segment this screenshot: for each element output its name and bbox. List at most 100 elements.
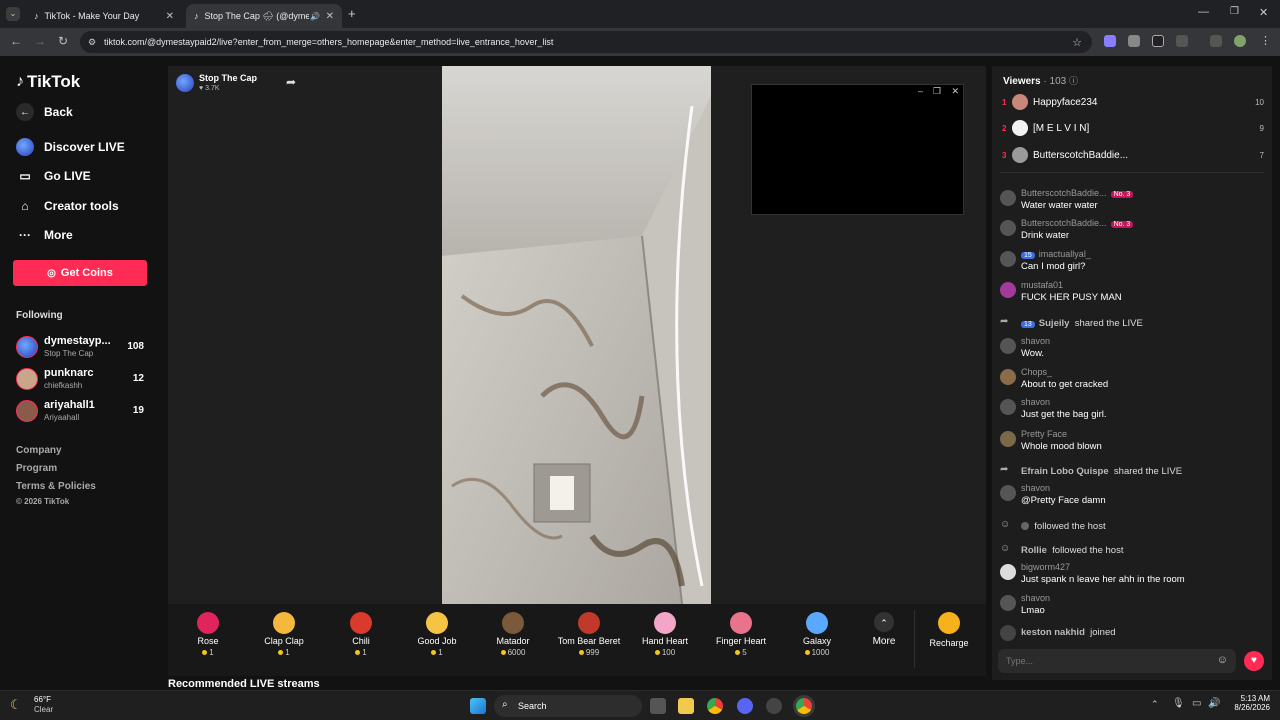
mini-player[interactable]: – ❐ ✕ bbox=[751, 84, 964, 215]
puzzle-icon[interactable] bbox=[1176, 35, 1188, 47]
top-viewer[interactable]: 1 Happyface234 10 bbox=[1002, 93, 1264, 113]
gift-clap-clap[interactable]: Clap Clap 1 bbox=[249, 612, 319, 657]
popout-player-icon[interactable]: ❐ bbox=[933, 86, 941, 97]
taskbar-search[interactable]: ⌕ Search bbox=[494, 695, 642, 717]
finger-heart-gift-icon bbox=[730, 612, 752, 634]
chat-input-box[interactable]: ☺ bbox=[998, 649, 1236, 673]
username-text[interactable]: Sujeily bbox=[1039, 318, 1070, 329]
chat-input[interactable] bbox=[1006, 653, 1206, 669]
footer-company[interactable]: Company bbox=[16, 445, 62, 456]
chrome-icon[interactable] bbox=[796, 698, 812, 714]
nav-go-live[interactable]: ▭ Go LIVE bbox=[16, 167, 90, 185]
site-info-icon[interactable]: ⚙ bbox=[88, 37, 96, 48]
back-button[interactable]: ← Back bbox=[16, 103, 73, 121]
chat-username[interactable]: Chops_ bbox=[1021, 367, 1052, 377]
system-message: keston nakhid joined bbox=[1000, 623, 1264, 643]
chat-username[interactable]: ButterscotchBaddie... No. 3 bbox=[1021, 218, 1134, 228]
gift-matador[interactable]: Matador 6000 bbox=[478, 612, 548, 657]
following-item[interactable]: ariyahall1 Ariyaahall 19 bbox=[16, 399, 146, 426]
maximize-icon[interactable]: ❐ bbox=[1230, 6, 1239, 17]
get-coins-button[interactable]: ◎ Get Coins bbox=[13, 260, 147, 286]
discord-icon[interactable] bbox=[737, 698, 753, 714]
top-viewer[interactable]: 2 [M E L V I N] 9 bbox=[1002, 119, 1264, 139]
gift-name: Matador bbox=[496, 636, 530, 646]
back-arrow-icon[interactable]: ← bbox=[10, 34, 22, 48]
profile-avatar[interactable] bbox=[1234, 35, 1246, 47]
tab-search-icon[interactable]: ⌄ bbox=[6, 7, 20, 21]
close-tab-icon[interactable]: ✕ bbox=[166, 11, 174, 22]
browser-tab-active[interactable]: ♪ Stop The Cap 🌧 (@dymes... 🔊 ✕ bbox=[186, 4, 342, 28]
chat-username[interactable]: shavon bbox=[1021, 593, 1050, 603]
gift-tom-bear-beret[interactable]: Tom Bear Beret 999 bbox=[554, 612, 624, 657]
gift-hand-heart[interactable]: Hand Heart 100 bbox=[630, 612, 700, 657]
browser-tab[interactable]: ♪ TikTok - Make Your Day ✕ bbox=[26, 4, 182, 28]
clock[interactable]: 5:13 AM 8/26/2026 bbox=[1226, 694, 1270, 712]
gift-rose[interactable]: Rose 1 bbox=[173, 612, 243, 657]
thumbs-up-gift-icon bbox=[426, 612, 448, 634]
share-icon[interactable]: ➦ bbox=[286, 75, 296, 89]
task-view-icon[interactable] bbox=[650, 698, 666, 714]
gift-good-job[interactable]: Good Job 1 bbox=[402, 612, 472, 657]
avatar bbox=[1000, 399, 1016, 415]
following-item[interactable]: dymestayp... Stop The Cap 108 bbox=[16, 335, 146, 362]
viewers-header[interactable]: Viewers · 103 ⓘ bbox=[1003, 74, 1078, 87]
tiktok-page: ♪ TikTok ← Back Discover LIVE ▭ Go LIVE … bbox=[0, 56, 1280, 690]
chat-username[interactable]: Pretty Face bbox=[1021, 429, 1067, 439]
nav-label: Creator tools bbox=[44, 199, 119, 213]
more-gifts-button[interactable]: ⌃ More bbox=[849, 612, 919, 647]
close-player-icon[interactable]: ✕ bbox=[951, 86, 959, 97]
nav-discover-live[interactable]: Discover LIVE bbox=[16, 138, 125, 156]
forward-arrow-icon[interactable]: → bbox=[34, 34, 46, 48]
username-text[interactable]: Efrain Lobo Quispe bbox=[1021, 466, 1109, 477]
gift-finger-heart[interactable]: Finger Heart 5 bbox=[706, 612, 776, 657]
bookmark-star-icon[interactable]: ☆ bbox=[1072, 36, 1082, 49]
chat-username[interactable]: bigworm427 bbox=[1021, 562, 1070, 572]
username-text[interactable]: keston nakhid bbox=[1021, 627, 1085, 638]
network-icon[interactable]: ▭ bbox=[1192, 698, 1201, 709]
close-tab-icon[interactable]: ✕ bbox=[326, 11, 334, 22]
footer-terms[interactable]: Terms & Policies bbox=[16, 481, 96, 492]
following-item[interactable]: punknarc chiefkashh 12 bbox=[16, 367, 146, 394]
microphone-icon[interactable]: 🎙 bbox=[1172, 698, 1185, 709]
chat-username[interactable]: ButterscotchBaddie... No. 3 bbox=[1021, 188, 1134, 198]
new-tab-icon[interactable]: + bbox=[348, 6, 356, 21]
top-viewer[interactable]: 3 ButterscotchBaddie... 7 bbox=[1002, 146, 1264, 166]
chat-username[interactable]: mustafa01 bbox=[1021, 280, 1063, 290]
host-info[interactable]: Stop The Cap ♥ 3.7K bbox=[176, 72, 276, 96]
minimize-player-icon[interactable]: – bbox=[918, 86, 923, 96]
chat-username[interactable]: shavon bbox=[1021, 336, 1050, 346]
nav-creator-tools[interactable]: ⌂ Creator tools bbox=[16, 197, 119, 215]
menu-kebab-icon[interactable]: ⋮ bbox=[1260, 35, 1272, 47]
address-bar[interactable]: ⚙ tiktok.com/@dymestaypaid2/live?enter_f… bbox=[80, 31, 1092, 53]
footer-program[interactable]: Program bbox=[16, 463, 57, 474]
info-icon[interactable]: ⓘ bbox=[1069, 76, 1078, 86]
file-explorer-icon[interactable] bbox=[678, 698, 694, 714]
steam-icon[interactable] bbox=[766, 698, 782, 714]
chat-text: Lmao bbox=[1021, 605, 1045, 616]
reading-list-icon[interactable] bbox=[1210, 35, 1222, 47]
volume-icon[interactable]: 🔊 bbox=[1208, 698, 1220, 709]
live-video[interactable] bbox=[442, 66, 711, 604]
username-text[interactable]: Rollie bbox=[1021, 545, 1047, 556]
extension-icon[interactable] bbox=[1104, 35, 1116, 47]
extension-icon[interactable] bbox=[1152, 35, 1164, 47]
gift-galaxy[interactable]: Galaxy 1000 bbox=[782, 612, 852, 657]
chrome-icon[interactable] bbox=[707, 698, 723, 714]
gift-chili[interactable]: Chili 1 bbox=[326, 612, 396, 657]
emoji-icon[interactable]: ☺ bbox=[1217, 654, 1228, 666]
chevron-up-icon[interactable]: ⌃ bbox=[1151, 699, 1159, 710]
chat-username[interactable]: shavon bbox=[1021, 397, 1050, 407]
reload-icon[interactable]: ↻ bbox=[58, 34, 68, 48]
tiktok-logo[interactable]: ♪ TikTok bbox=[16, 72, 80, 92]
chat-username[interactable]: shavon bbox=[1021, 483, 1050, 493]
recharge-button[interactable]: Recharge bbox=[914, 612, 984, 648]
close-window-icon[interactable]: ✕ bbox=[1259, 6, 1268, 19]
minimize-icon[interactable]: — bbox=[1198, 6, 1209, 18]
extension-icon[interactable] bbox=[1128, 35, 1140, 47]
windows-start-icon[interactable] bbox=[470, 698, 486, 714]
like-heart-button[interactable]: ♥ bbox=[1244, 651, 1264, 671]
avatar bbox=[1000, 564, 1016, 580]
nav-more[interactable]: ··· More bbox=[16, 226, 73, 244]
audio-icon[interactable]: 🔊 bbox=[310, 12, 320, 21]
chat-username[interactable]: 15 imactuallyal_ bbox=[1021, 249, 1091, 259]
